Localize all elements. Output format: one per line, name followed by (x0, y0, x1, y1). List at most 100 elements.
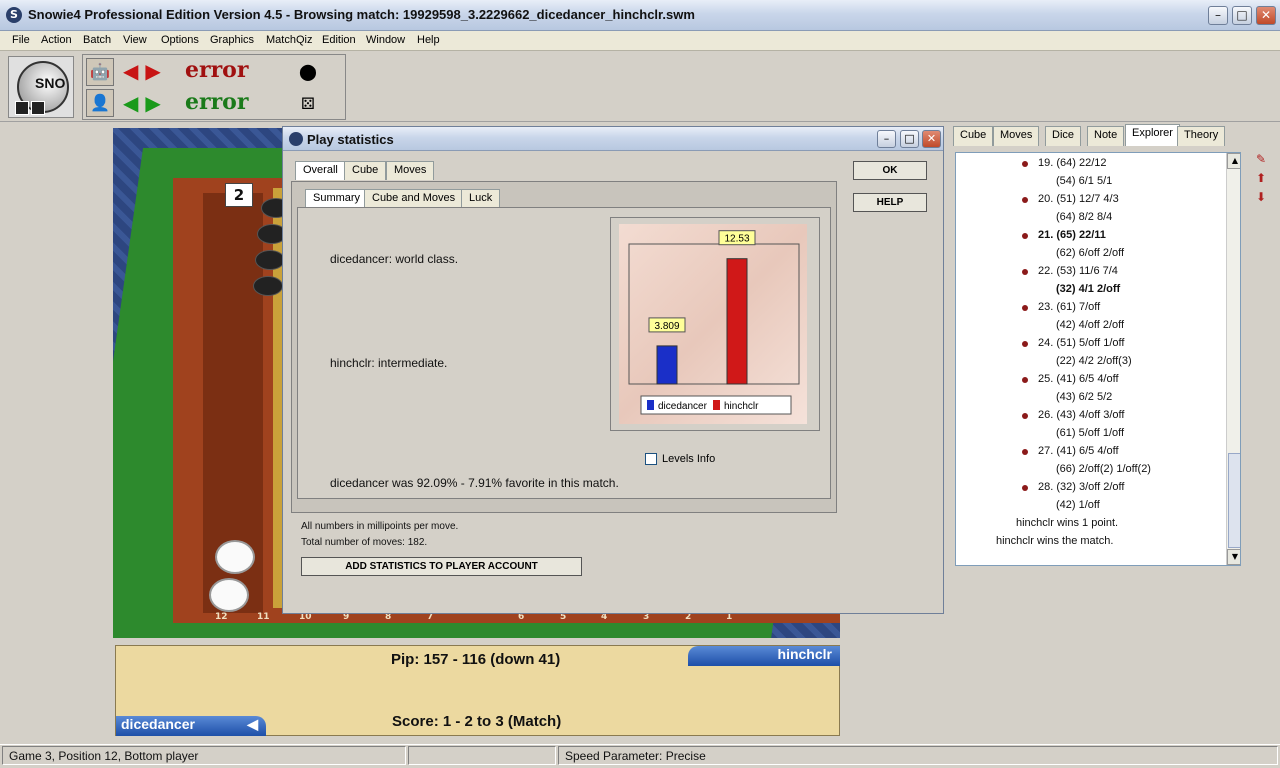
bottom-player-name: dicedancer (121, 716, 195, 732)
ok-button[interactable]: OK (853, 161, 927, 180)
status-position: Game 3, Position 12, Bottom player (2, 746, 406, 765)
menu-batch[interactable]: Batch (83, 34, 111, 46)
tree-node[interactable]: 26. (43) 4/off 3/off (1038, 409, 1124, 421)
dialog-title: Play statistics (307, 132, 394, 147)
dialog-maximize-button[interactable]: □ (900, 130, 919, 148)
menu-options[interactable]: Options (161, 34, 199, 46)
tab-dice[interactable]: Dice (1045, 126, 1082, 146)
tree-node[interactable]: 28. (32) 3/off 2/off (1038, 481, 1124, 493)
prev-error-green-arrows[interactable]: ◀ ▶ (123, 91, 161, 115)
menu-file[interactable]: File (12, 34, 30, 46)
tab-cube-stats[interactable]: Cube (344, 161, 387, 180)
tab-summary[interactable]: Summary (305, 189, 369, 208)
black-checker (255, 250, 285, 270)
tab-explorer[interactable]: Explorer (1125, 124, 1180, 146)
chart-background: 3.809 12.53 dicedancer hinchclr (619, 224, 807, 424)
move-up-icon[interactable]: ⬆ (1252, 171, 1270, 187)
levels-info-checkbox[interactable] (645, 453, 657, 466)
move-down-icon[interactable]: ⬇ (1252, 190, 1270, 206)
match-score: Score: 1 - 2 to 3 (Match) (392, 713, 562, 730)
tab-moves-stats[interactable]: Moves (386, 161, 435, 180)
window-title: Snowie4 Professional Edition Version 4.5… (28, 7, 695, 22)
tab-moves[interactable]: Moves (993, 126, 1040, 146)
tab-overall[interactable]: Overall (295, 161, 346, 180)
levels-info-option[interactable]: Levels Info (645, 453, 715, 466)
tree-node[interactable]: 22. (53) 11/6 7/4 (1038, 265, 1118, 277)
match-explorer-tree[interactable]: 19. (64) 22/12 (54) 6/1 5/1 20. (51) 12/7 … (955, 152, 1241, 566)
help-button[interactable]: HELP (853, 193, 927, 212)
player2-rating: hinchclr: intermediate. (330, 356, 448, 370)
minimize-button[interactable]: – (1208, 6, 1228, 25)
dialog-close-button[interactable]: ✕ (922, 130, 941, 148)
point-label: 11 (257, 612, 270, 622)
tab-cube[interactable]: Cube (953, 126, 994, 146)
tree-node[interactable]: 21. (65) 22/11 (1038, 229, 1106, 241)
tree-node[interactable]: (43) 6/2 5/2 (1056, 391, 1112, 403)
tab-note[interactable]: Note (1087, 126, 1125, 146)
tree-node[interactable]: hinchclr wins 1 point. (1016, 517, 1118, 529)
menu-action[interactable]: Action (41, 34, 72, 46)
tree-node[interactable]: 20. (51) 12/7 4/3 (1038, 193, 1119, 205)
tab-theory[interactable]: Theory (1177, 126, 1226, 146)
menu-view[interactable]: View (123, 34, 147, 46)
move-bullet-icon (1022, 449, 1028, 455)
white-checker (215, 540, 255, 574)
tree-node[interactable]: (54) 6/1 5/1 (1056, 175, 1112, 187)
tab-cube-and-moves[interactable]: Cube and Moves (364, 189, 464, 208)
menu-edition[interactable]: Edition (322, 34, 356, 46)
scroll-up-button[interactable]: ▲ (1227, 153, 1240, 169)
match-favorite: dicedancer was 92.09% - 7.91% favorite i… (330, 476, 619, 490)
error-rate-chart-frame: 3.809 12.53 dicedancer hinchclr (610, 217, 820, 431)
move-bullet-icon (1022, 341, 1028, 347)
bottom-player-tag: dicedancer ◀ (116, 716, 266, 736)
tree-node[interactable]: 24. (51) 5/off 1/off (1038, 337, 1124, 349)
tab-luck[interactable]: Luck (461, 189, 501, 208)
error-label-red[interactable]: error (185, 57, 248, 83)
cube-die: 2 (225, 183, 253, 207)
tree-node[interactable]: (62) 6/off 2/off (1056, 247, 1124, 259)
tree-node[interactable]: (66) 2/off(2) 1/off(2) (1056, 463, 1151, 475)
tree-node[interactable]: (42) 1/off (1056, 499, 1100, 511)
human-player-icon: 👤 (86, 89, 114, 117)
move-bullet-icon (1022, 413, 1028, 419)
tree-node[interactable]: (64) 8/2 8/4 (1056, 211, 1112, 223)
legend-swatch (713, 400, 720, 410)
menu-matchqiz[interactable]: MatchQiz (266, 34, 312, 46)
play-statistics-dialog: Play statistics – □ ✕ OK HELP Overall Cu… (282, 126, 944, 614)
tree-node[interactable]: 27. (41) 6/5 4/off (1038, 445, 1119, 457)
error-label-green[interactable]: error (185, 89, 248, 115)
dice-icon (15, 101, 29, 115)
explorer-scrollbar[interactable]: ▲ ▼ (1226, 153, 1240, 565)
tree-node[interactable]: (32) 4/1 2/off (1056, 283, 1120, 295)
menu-window[interactable]: Window (366, 34, 405, 46)
scroll-thumb[interactable] (1228, 453, 1240, 548)
status-speed: Speed Parameter: Precise (558, 746, 1278, 765)
legend-entry: hinchclr (724, 401, 759, 412)
dice-roll-icon[interactable]: ⚄ (297, 93, 319, 115)
tree-node[interactable]: 19. (64) 22/12 (1038, 157, 1107, 169)
tree-node[interactable]: (42) 4/off 2/off (1056, 319, 1124, 331)
menu-help[interactable]: Help (417, 34, 440, 46)
checker-icon[interactable]: ⬤ (297, 61, 319, 83)
tree-node[interactable]: 23. (61) 7/off (1038, 301, 1100, 313)
tree-node[interactable]: 25. (41) 6/5 4/off (1038, 373, 1119, 385)
bar-hinchclr (726, 258, 748, 385)
toolbar: SNO 🤖 ◀ ▶ error ⬤ 👤 ◀ ▶ error ⚄ (0, 52, 1280, 122)
add-statistics-button[interactable]: ADD STATISTICS TO PLAYER ACCOUNT (301, 557, 582, 576)
edit-icon[interactable]: ✎ (1252, 152, 1270, 168)
menu-graphics[interactable]: Graphics (210, 34, 254, 46)
dialog-minimize-button[interactable]: – (877, 130, 896, 148)
legend-swatch (647, 400, 654, 410)
move-bullet-icon (1022, 485, 1028, 491)
error-rate-chart: 3.809 12.53 dicedancer hinchclr (628, 230, 800, 415)
snowie-logo[interactable]: SNO (8, 56, 74, 118)
prev-error-red-arrows[interactable]: ◀ ▶ (123, 59, 161, 83)
tree-node[interactable]: (61) 5/off 1/off (1056, 427, 1124, 439)
scroll-down-button[interactable]: ▼ (1227, 549, 1240, 565)
player1-rating: dicedancer: world class. (330, 252, 459, 266)
close-button[interactable]: ✕ (1256, 6, 1276, 25)
maximize-button[interactable]: □ (1232, 6, 1252, 25)
tree-node[interactable]: hinchclr wins the match. (996, 535, 1113, 547)
millipoints-note: All numbers in millipoints per move. (301, 521, 459, 532)
tree-node[interactable]: (22) 4/2 2/off(3) (1056, 355, 1132, 367)
